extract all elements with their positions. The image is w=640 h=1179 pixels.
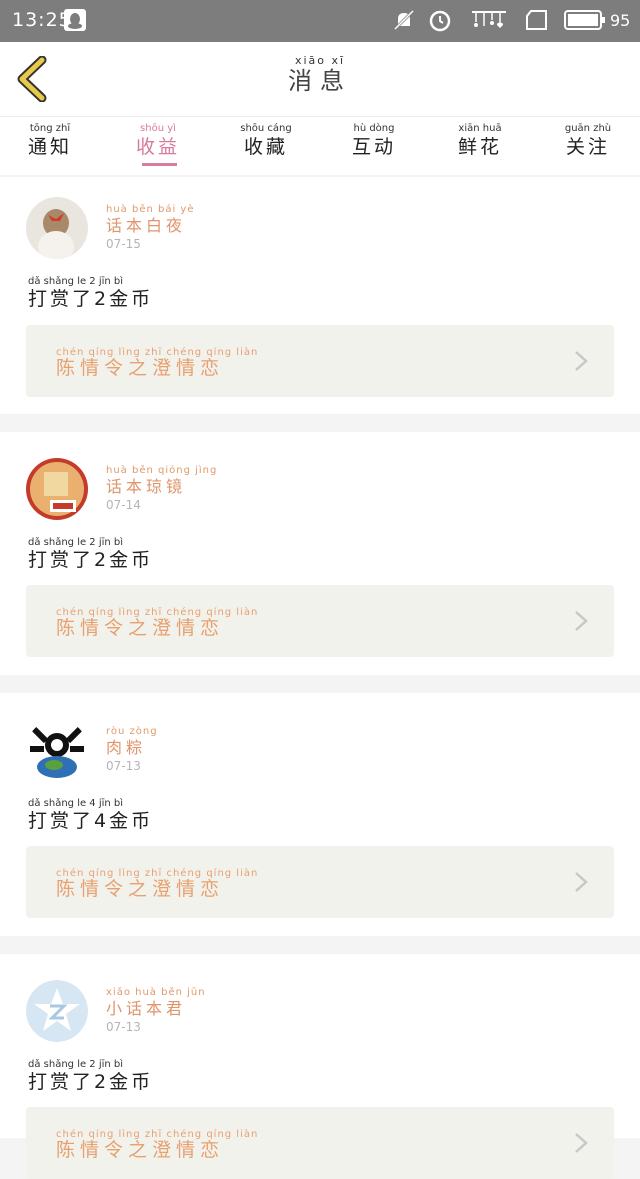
work-link[interactable]: chén qíng lìng zhī chéng qíng liàn 陈情令之澄… (26, 585, 614, 657)
action-label: 打赏了2金币 (28, 1071, 154, 1093)
tab-pinyin: tōng zhī (29, 123, 71, 134)
tab-pinyin: guān zhù (564, 123, 612, 134)
user-name-text: 小话本君 (106, 999, 187, 1018)
action-pinyin: dǎ shǎng le 2 jīn bì (28, 1059, 124, 1070)
header: xiāo xī 消息 (0, 42, 640, 117)
user-name-pinyin: huà běn bái yè (106, 204, 195, 215)
date: 07-15 (106, 237, 141, 251)
action-pinyin: dǎ shǎng le 2 jīn bì (28, 276, 124, 287)
user-name-text: 话本琼镜 (106, 477, 187, 496)
mute-icon (393, 9, 415, 31)
chevron-right-icon (575, 351, 588, 371)
tab-pinyin: hù dòng (353, 123, 395, 134)
chevron-right-icon (575, 611, 588, 631)
tab-pinyin: shōu yì (140, 123, 176, 134)
tab-following[interactable]: guān zhù 关注 (548, 123, 628, 159)
user-name[interactable]: huà běn bái yè 话本白夜 (106, 204, 195, 236)
page-title-pinyin: xiāo xī (294, 54, 346, 67)
user-name[interactable]: ròu zòng 肉粽 (106, 726, 158, 758)
action-pinyin: dǎ shǎng le 4 jīn bì (28, 798, 124, 809)
tab-flowers[interactable]: xiān huā 鲜花 (440, 123, 520, 159)
battery-icon (564, 10, 605, 30)
work-link[interactable]: chén qíng lìng zhī chéng qíng liàn 陈情令之澄… (26, 846, 614, 918)
date: 07-14 (106, 498, 141, 512)
user-name-text: 话本白夜 (106, 216, 187, 235)
work-link[interactable]: chén qíng lìng zhī chéng qíng liàn 陈情令之澄… (26, 325, 614, 397)
user-name-pinyin: xiǎo huà běn jūn (106, 987, 206, 998)
tab-favorites[interactable]: shōu cáng 收藏 (226, 123, 306, 159)
work-title: 陈情令之澄情恋 (56, 878, 225, 900)
tab-bar: tōng zhī 通知 shōu yì 收益 shōu cáng 收藏 hù d… (0, 117, 640, 175)
tab-pinyin: shōu cáng (240, 123, 292, 134)
list-item: xiǎo huà běn jūn 小话本君 07-13 dǎ shǎng le … (0, 954, 640, 1179)
chevron-right-icon (575, 1133, 588, 1153)
date: 07-13 (106, 1020, 141, 1034)
page-title: xiāo xī 消息 (270, 54, 370, 95)
alarm-icon (429, 10, 451, 32)
action-text: dǎ shǎng le 2 jīn bì 打赏了2金币 (28, 537, 153, 571)
tab-earnings[interactable]: shōu yì 收益 (118, 123, 198, 159)
status-bar: 13:25 95 (0, 0, 640, 42)
back-button[interactable] (14, 56, 54, 102)
action-pinyin: dǎ shǎng le 2 jīn bì (28, 537, 124, 548)
avatar[interactable] (26, 458, 88, 520)
avatar[interactable] (26, 719, 88, 781)
action-text: dǎ shǎng le 4 jīn bì 打赏了4金币 (28, 798, 153, 832)
tab-label: 互动 (351, 136, 396, 158)
tab-label: 鲜花 (457, 136, 502, 158)
work-title: 陈情令之澄情恋 (56, 617, 225, 639)
avatar[interactable] (26, 197, 88, 259)
action-text: dǎ shǎng le 2 jīn bì 打赏了2金币 (28, 276, 153, 310)
work-title: 陈情令之澄情恋 (56, 357, 225, 379)
list-item: huà běn qióng jìng 话本琼镜 07-14 dǎ shǎng l… (0, 432, 640, 675)
tab-interactions[interactable]: hù dòng 互动 (334, 123, 414, 159)
tab-label: 通知 (27, 136, 72, 158)
action-label: 打赏了2金币 (28, 549, 154, 571)
tab-label: 收益 (135, 136, 180, 158)
user-name[interactable]: huà běn qióng jìng 话本琼镜 (106, 465, 217, 497)
tab-notifications[interactable]: tōng zhī 通知 (10, 123, 90, 159)
action-text: dǎ shǎng le 2 jīn bì 打赏了2金币 (28, 1059, 153, 1093)
tab-active-indicator (142, 163, 177, 166)
work-title: 陈情令之澄情恋 (56, 1139, 225, 1161)
avatar[interactable] (26, 980, 88, 1042)
user-name[interactable]: xiǎo huà běn jūn 小话本君 (106, 987, 206, 1019)
date: 07-13 (106, 759, 141, 773)
tab-label: 收藏 (243, 136, 288, 158)
chevron-right-icon (575, 872, 588, 892)
user-name-pinyin: ròu zòng (106, 726, 158, 737)
action-label: 打赏了4金币 (28, 810, 154, 832)
signal-icon (472, 11, 506, 28)
sim-icon (526, 10, 547, 30)
tab-label: 关注 (565, 136, 610, 158)
list-item: ròu zòng 肉粽 07-13 dǎ shǎng le 4 jīn bì 打… (0, 693, 640, 936)
action-label: 打赏了2金币 (28, 288, 154, 310)
work-link[interactable]: chén qíng lìng zhī chéng qíng liàn 陈情令之澄… (26, 1107, 614, 1179)
battery-level: 95 (610, 11, 631, 30)
page-title-text: 消息 (288, 67, 352, 95)
status-time: 13:25 (12, 9, 72, 31)
user-name-text: 肉粽 (106, 738, 147, 757)
tab-pinyin: xiān huā (458, 123, 502, 134)
user-name-pinyin: huà běn qióng jìng (106, 465, 218, 476)
qq-icon (64, 9, 86, 31)
list-item: huà běn bái yè 话本白夜 07-15 dǎ shǎng le 2 … (0, 177, 640, 414)
